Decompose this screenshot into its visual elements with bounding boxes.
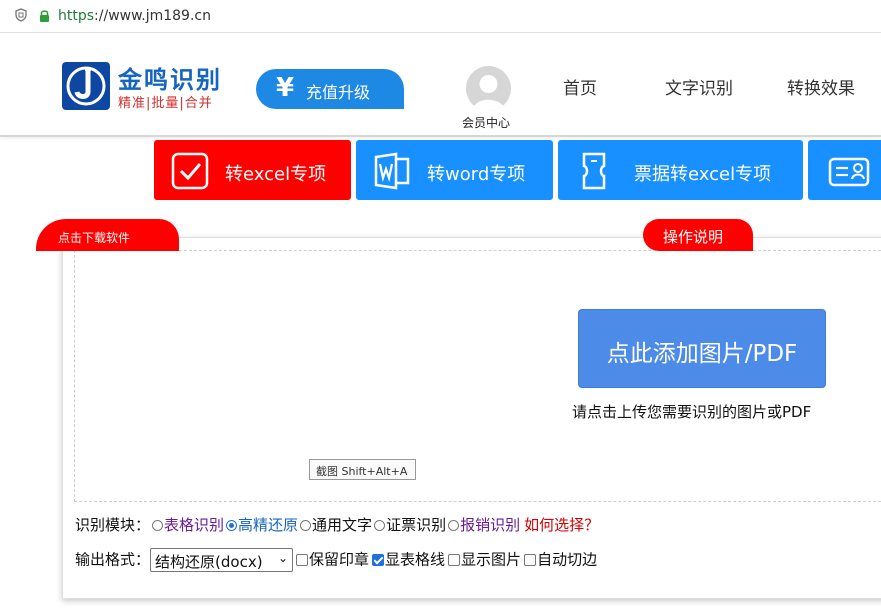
radio-general-text[interactable] [300, 520, 312, 531]
recharge-label: 充值升级 [306, 83, 371, 102]
url-host: ://www.jm189.cn [94, 8, 211, 24]
format-row: 输出格式： 结构还原(docx) ⌄ 保留印章 显表格线 显示图片 自动切边 [75, 548, 597, 572]
word-icon [374, 152, 410, 190]
check-icon [171, 152, 209, 190]
module-table-label[interactable]: 表格识别 [164, 516, 224, 534]
keep-seal-label[interactable]: 保留印章 [309, 551, 369, 569]
url-scheme: https [58, 8, 95, 24]
module-general-text-label[interactable]: 通用文字 [312, 516, 372, 534]
auto-crop-label[interactable]: 自动切边 [537, 551, 597, 569]
logo-icon [66, 66, 106, 106]
logo-subtitle: 精准|批量|合并 [118, 96, 213, 111]
module-label: 识别模块： [75, 516, 151, 534]
logo-mark[interactable] [62, 62, 110, 110]
download-software-tab[interactable]: 点击下载软件 [36, 219, 179, 251]
nav-text-recognition[interactable]: 文字识别 [665, 74, 733, 99]
nav-conversion-results[interactable]: 转换效果 [787, 74, 855, 99]
format-select-value: 结构还原(docx) [155, 553, 263, 571]
avatar[interactable] [466, 66, 511, 111]
how-to-choose-link[interactable]: 如何选择？ [524, 516, 599, 534]
tile-word[interactable]: 转word专项 [356, 140, 553, 200]
tile-word-label: 转word专项 [427, 164, 526, 185]
user-icon [472, 75, 505, 111]
radio-table[interactable] [152, 520, 164, 531]
logo-title[interactable]: 金鸣识别 [118, 60, 222, 95]
member-center-label[interactable]: 会员中心 [462, 114, 510, 131]
nav-home[interactable]: 首页 [563, 74, 597, 99]
download-software-label: 点击下载软件 [58, 231, 131, 245]
tile-id-card[interactable] [808, 140, 881, 200]
recharge-button[interactable]: ¥ 充值升级 [256, 69, 404, 109]
tile-ticket[interactable]: 票据转excel专项 [558, 140, 803, 200]
radio-reimbursement[interactable] [448, 520, 460, 531]
tile-ticket-label: 票据转excel专项 [634, 164, 772, 185]
tile-excel[interactable]: 转excel专项 [154, 140, 351, 200]
ticket-icon [582, 152, 606, 190]
module-reimbursement-label[interactable]: 报销识别 [460, 516, 520, 534]
module-certificate-label[interactable]: 证票识别 [386, 516, 446, 534]
screenshot-shortcut-tooltip: 截图 Shift+Alt+A [309, 459, 416, 480]
lock-icon[interactable] [39, 9, 50, 22]
instructions-button[interactable]: 操作说明 [643, 219, 753, 251]
module-row: 识别模块： 表格识别 高精还原 通用文字 证票识别 报销识别 如何选择？ [75, 514, 599, 535]
radio-high-precision[interactable] [226, 520, 238, 531]
checkbox-show-table-lines[interactable] [372, 553, 385, 566]
checkbox-show-images[interactable] [448, 553, 461, 566]
checkbox-keep-seal[interactable] [296, 553, 309, 566]
format-label: 输出格式： [75, 550, 151, 569]
shield-icon[interactable] [14, 8, 28, 22]
url-text[interactable]: https://www.jm189.cn [58, 8, 211, 24]
instructions-label: 操作说明 [663, 228, 724, 246]
chevron-down-icon: ⌄ [277, 551, 289, 565]
show-images-label[interactable]: 显示图片 [461, 551, 521, 569]
tile-excel-label: 转excel专项 [225, 164, 327, 185]
checkbox-auto-crop[interactable] [524, 553, 537, 566]
module-high-precision-label[interactable]: 高精还原 [238, 516, 298, 534]
id-card-icon [828, 157, 870, 187]
add-file-label: 点此添加图片/PDF [606, 341, 798, 367]
format-select[interactable]: 结构还原(docx) ⌄ [150, 548, 294, 572]
yen-icon: ¥ [276, 73, 295, 103]
show-table-lines-label[interactable]: 显表格线 [385, 551, 445, 569]
add-file-button[interactable]: 点此添加图片/PDF [578, 309, 826, 388]
radio-certificate[interactable] [374, 520, 386, 531]
shortcut-text: 截图 Shift+Alt+A [316, 465, 408, 478]
upload-hint: 请点击上传您需要识别的图片或PDF [572, 403, 812, 421]
